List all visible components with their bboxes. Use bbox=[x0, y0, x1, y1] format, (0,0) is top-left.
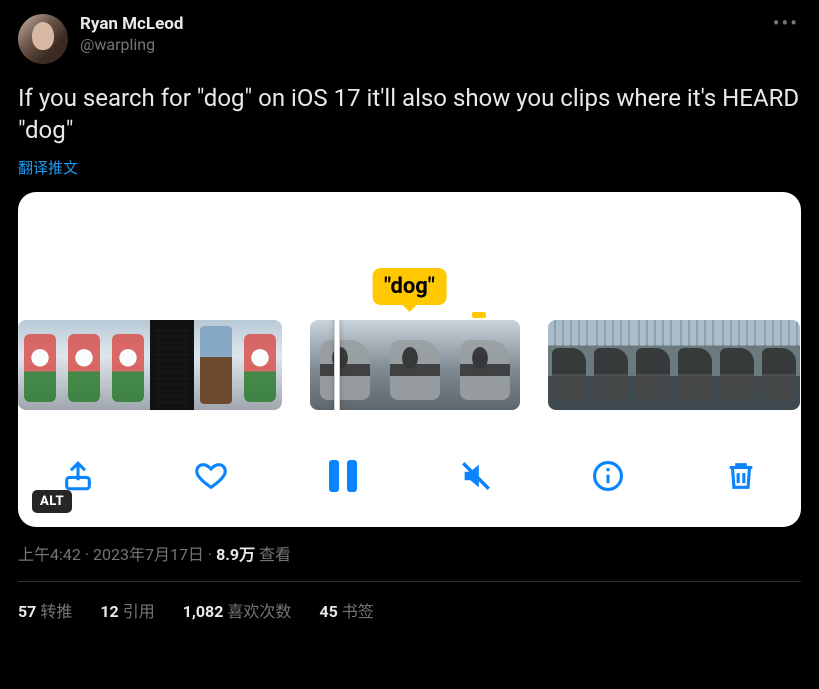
tooltip-marker bbox=[472, 312, 486, 318]
clip-frame bbox=[238, 320, 282, 410]
media-toolbar bbox=[18, 431, 801, 527]
handle: @warpling bbox=[80, 35, 771, 54]
clip-frame bbox=[18, 320, 62, 410]
clip-group[interactable] bbox=[310, 320, 520, 410]
clip-group[interactable] bbox=[548, 320, 800, 410]
stat-bookmarks[interactable]: 45书签 bbox=[319, 598, 373, 622]
more-icon[interactable]: ••• bbox=[771, 14, 801, 32]
playhead[interactable] bbox=[334, 320, 340, 410]
display-name: Ryan McLeod bbox=[80, 14, 771, 34]
meta-time[interactable]: 上午4:42 bbox=[18, 545, 81, 564]
clip-frame bbox=[632, 320, 674, 410]
clip-frame bbox=[548, 320, 590, 410]
media-card[interactable]: "dog" bbox=[18, 192, 801, 527]
clip-frame bbox=[194, 320, 238, 410]
avatar[interactable] bbox=[18, 14, 68, 64]
info-icon[interactable] bbox=[588, 456, 628, 496]
clip-group[interactable] bbox=[18, 320, 282, 410]
clip-frame bbox=[310, 320, 380, 410]
clip-frame bbox=[450, 320, 520, 410]
tweet-text: If you search for "dog" on iOS 17 it'll … bbox=[18, 82, 801, 147]
clip-frame bbox=[716, 320, 758, 410]
views-label: 查看 bbox=[259, 545, 291, 564]
tweet-container: Ryan McLeod @warpling ••• If you search … bbox=[0, 0, 819, 622]
video-timeline[interactable] bbox=[18, 320, 801, 410]
tweet-stats: 57转推 12引用 1,082喜欢次数 45书签 bbox=[18, 582, 801, 622]
clip-frame bbox=[674, 320, 716, 410]
clip-frame bbox=[62, 320, 106, 410]
stat-likes[interactable]: 1,082喜欢次数 bbox=[183, 598, 292, 622]
search-tooltip: "dog" bbox=[372, 268, 447, 305]
tweet-meta: 上午4:42 · 2023年7月17日 · 8.9万 查看 bbox=[18, 541, 801, 565]
translate-link[interactable]: 翻译推文 bbox=[18, 157, 78, 178]
tweet-header: Ryan McLeod @warpling ••• bbox=[18, 14, 801, 64]
clip-frame bbox=[150, 320, 194, 410]
heart-icon[interactable] bbox=[191, 456, 231, 496]
alt-badge[interactable]: ALT bbox=[32, 490, 72, 513]
clip-frame bbox=[380, 320, 450, 410]
mute-icon[interactable] bbox=[456, 456, 496, 496]
trash-icon[interactable] bbox=[721, 456, 761, 496]
views-count: 8.9万 bbox=[216, 545, 255, 564]
author-names[interactable]: Ryan McLeod @warpling bbox=[80, 14, 771, 54]
clip-frame bbox=[106, 320, 150, 410]
pause-icon[interactable] bbox=[323, 456, 363, 496]
meta-date[interactable]: 2023年7月17日 bbox=[93, 545, 204, 564]
stat-retweets[interactable]: 57转推 bbox=[18, 598, 72, 622]
clip-frame bbox=[758, 320, 800, 410]
clip-frame bbox=[590, 320, 632, 410]
stat-quotes[interactable]: 12引用 bbox=[100, 598, 154, 622]
